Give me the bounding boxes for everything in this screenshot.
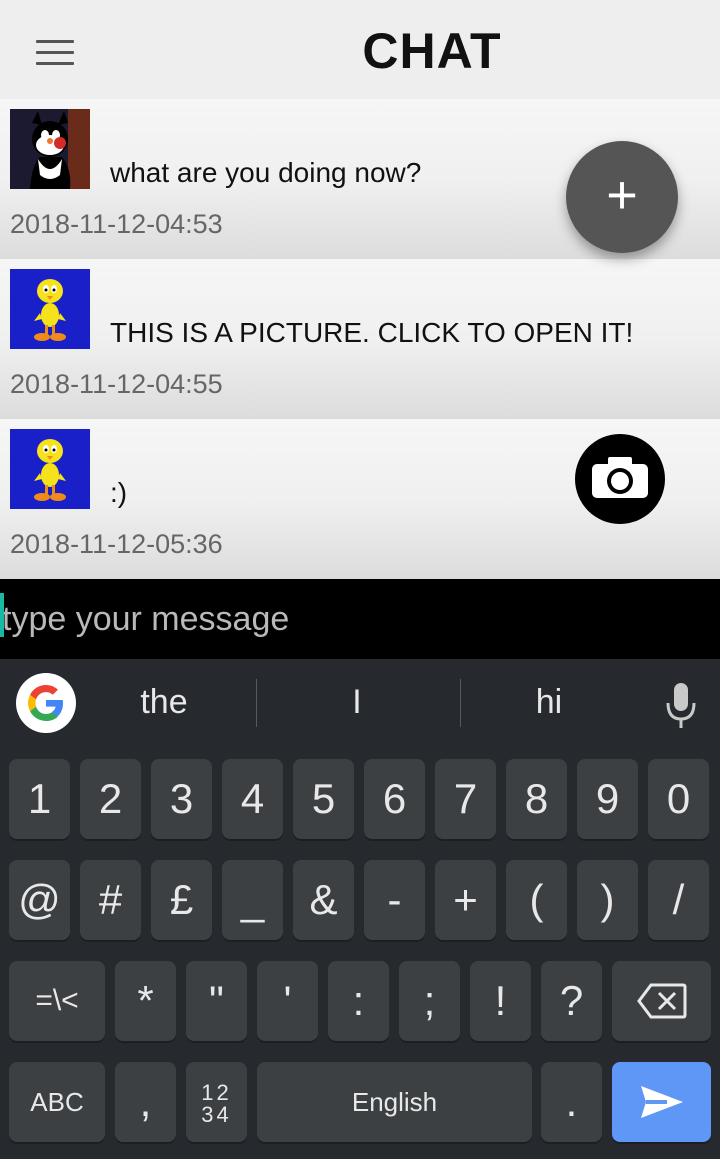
comma-key[interactable]: , xyxy=(115,1062,176,1142)
message-item[interactable]: :) 2018-11-12-05:36 xyxy=(0,419,720,579)
google-icon[interactable] xyxy=(16,673,76,733)
message-text: :) xyxy=(110,477,128,508)
numpad-bottom-label: 34 xyxy=(201,1102,232,1127)
key-4[interactable]: 4 xyxy=(222,759,283,839)
send-key[interactable] xyxy=(612,1062,711,1142)
key-pound[interactable]: £ xyxy=(151,860,212,940)
message-composer xyxy=(0,579,720,659)
add-button[interactable]: + xyxy=(566,141,678,253)
message-text: THIS IS A PICTURE. CLICK TO OPEN IT! xyxy=(110,317,634,348)
suggestion-item[interactable]: I xyxy=(267,683,447,722)
key-plus[interactable]: + xyxy=(435,860,496,940)
key-exclamation[interactable]: ! xyxy=(470,961,531,1041)
key-semicolon[interactable]: ; xyxy=(399,961,460,1041)
key-5[interactable]: 5 xyxy=(293,759,354,839)
message-text: what are you doing now? xyxy=(110,157,422,188)
tweety-avatar xyxy=(10,429,90,509)
key-slash[interactable]: / xyxy=(648,860,709,940)
suggestion-strip: the I hi xyxy=(0,659,720,749)
microphone-icon[interactable] xyxy=(664,681,698,731)
period-key[interactable]: . xyxy=(541,1062,602,1142)
key-3[interactable]: 3 xyxy=(151,759,212,839)
backspace-icon xyxy=(636,983,686,1019)
key-question[interactable]: ? xyxy=(541,961,602,1041)
message-timestamp: 2018-11-12-04:55 xyxy=(10,369,223,399)
numpad-key[interactable]: 12 34 xyxy=(186,1062,247,1142)
key-colon[interactable]: : xyxy=(328,961,389,1041)
suggestion-item[interactable]: the xyxy=(74,683,254,722)
open-picture-button[interactable] xyxy=(575,434,665,524)
key-single-quote[interactable]: ' xyxy=(257,961,318,1041)
text-cursor xyxy=(0,593,4,637)
abc-key[interactable]: ABC xyxy=(9,1062,105,1142)
numpad-top-label: 12 xyxy=(201,1080,232,1105)
more-symbols-key[interactable]: =\< xyxy=(9,961,105,1041)
key-ampersand[interactable]: & xyxy=(293,860,354,940)
key-1[interactable]: 1 xyxy=(9,759,70,839)
soft-keyboard: the I hi 1 2 3 4 5 6 7 8 9 0 @ # £ _ & -… xyxy=(0,659,720,1159)
camera-icon xyxy=(592,457,648,498)
key-9[interactable]: 9 xyxy=(577,759,638,839)
message-timestamp: 2018-11-12-05:36 xyxy=(10,529,223,559)
key-underscore[interactable]: _ xyxy=(222,860,283,940)
space-bar[interactable]: English xyxy=(257,1062,532,1142)
suggestion-item[interactable]: hi xyxy=(459,683,639,722)
key-asterisk[interactable]: * xyxy=(115,961,176,1041)
backspace-key[interactable] xyxy=(612,961,711,1041)
key-hash[interactable]: # xyxy=(80,860,141,940)
message-item[interactable]: THIS IS A PICTURE. CLICK TO OPEN IT! 201… xyxy=(0,259,720,419)
divider xyxy=(256,679,257,727)
tweety-avatar xyxy=(10,269,90,349)
key-8[interactable]: 8 xyxy=(506,759,567,839)
key-at[interactable]: @ xyxy=(9,860,70,940)
key-7[interactable]: 7 xyxy=(435,759,496,839)
key-2[interactable]: 2 xyxy=(80,759,141,839)
message-input[interactable] xyxy=(2,579,702,659)
sylvester-avatar xyxy=(10,109,90,189)
key-minus[interactable]: - xyxy=(364,860,425,940)
send-icon xyxy=(640,1086,683,1118)
app-header: CHAT xyxy=(0,0,720,106)
key-close-paren[interactable]: ) xyxy=(577,860,638,940)
message-timestamp: 2018-11-12-04:53 xyxy=(10,209,223,239)
key-double-quote[interactable]: " xyxy=(186,961,247,1041)
page-title: CHAT xyxy=(362,23,502,79)
key-0[interactable]: 0 xyxy=(648,759,709,839)
key-open-paren[interactable]: ( xyxy=(506,860,567,940)
key-6[interactable]: 6 xyxy=(364,759,425,839)
